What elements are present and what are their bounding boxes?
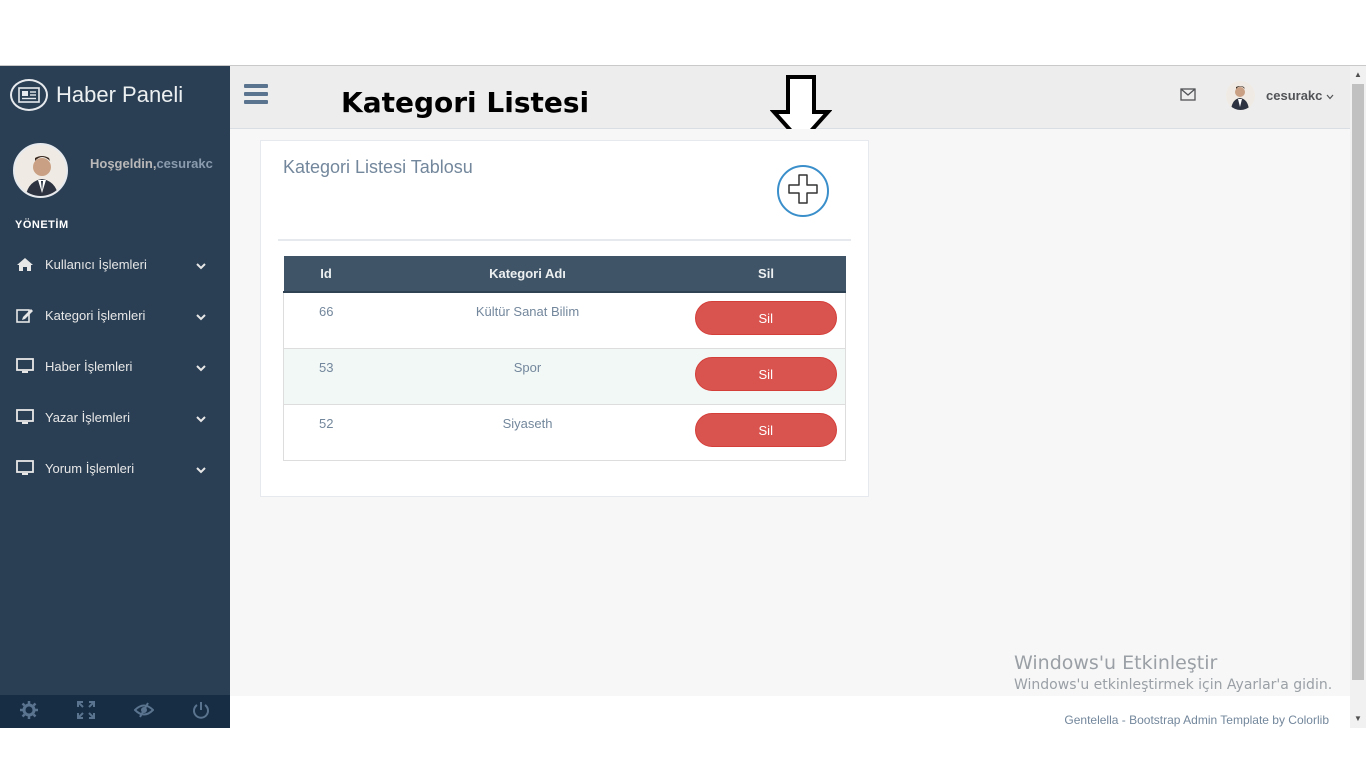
chevron-down-icon bbox=[196, 258, 206, 273]
table-header-row: Id Kategori Adı Sil bbox=[283, 256, 846, 293]
sidebar-item-label: Kullanıcı İşlemleri bbox=[45, 256, 147, 272]
sidebar-item-kategori[interactable]: Kategori İşlemleri bbox=[0, 295, 230, 335]
power-icon bbox=[192, 701, 210, 724]
sidebar-footer bbox=[0, 695, 230, 728]
delete-button[interactable]: Sil bbox=[694, 301, 837, 335]
sidebar-item-yorum[interactable]: Yorum İşlemleri bbox=[0, 448, 230, 488]
menu-heading: YÖNETİM bbox=[15, 219, 69, 231]
cell-id: 52 bbox=[283, 403, 369, 460]
sidebar-item-yazar[interactable]: Yazar İşlemleri bbox=[0, 397, 230, 437]
edit-icon bbox=[15, 307, 35, 323]
sidebar: Haber Paneli Hoşgeldin,cesurakc YÖNETİM … bbox=[0, 66, 230, 728]
page-footer: Gentelella - Bootstrap Admin Template by… bbox=[230, 696, 1350, 728]
user-avatar[interactable] bbox=[1226, 81, 1255, 110]
brand[interactable]: Haber Paneli bbox=[10, 79, 183, 111]
cell-action: Sil bbox=[686, 403, 846, 460]
scroll-thumb[interactable] bbox=[1352, 84, 1364, 680]
table-row: 52 Siyaseth Sil bbox=[283, 403, 846, 460]
plus-icon bbox=[785, 171, 821, 212]
cell-name: Spor bbox=[368, 347, 687, 404]
scroll-down-arrow-icon[interactable]: ▼ bbox=[1354, 714, 1362, 723]
column-header-id[interactable]: Id bbox=[283, 256, 369, 293]
table-row: 66 Kültür Sanat Bilim Sil bbox=[283, 291, 846, 348]
sidebar-item-label: Yorum İşlemleri bbox=[45, 460, 135, 476]
desktop-icon bbox=[15, 409, 35, 425]
category-table: Id Kategori Adı Sil 66 Kültür Sanat Bili… bbox=[283, 256, 846, 461]
sidebar-item-haber[interactable]: Haber İşlemleri bbox=[0, 346, 230, 386]
fullscreen-button[interactable] bbox=[58, 695, 116, 728]
cell-name: Kültür Sanat Bilim bbox=[368, 291, 687, 348]
hide-icon bbox=[133, 702, 155, 723]
brand-title: Haber Paneli bbox=[56, 82, 184, 107]
welcome-prefix: Hoşgeldin, bbox=[90, 156, 157, 171]
mail-icon[interactable] bbox=[1180, 88, 1196, 106]
logout-button[interactable] bbox=[173, 695, 231, 728]
sidebar-item-kullanici[interactable]: Kullanıcı İşlemleri bbox=[0, 244, 230, 284]
profile-avatar bbox=[13, 143, 68, 198]
page-title: Kategori Listesi bbox=[341, 86, 590, 119]
settings-button[interactable] bbox=[0, 695, 58, 728]
desktop-icon bbox=[15, 460, 35, 476]
footer-credit[interactable]: Gentelella - Bootstrap Admin Template by… bbox=[1064, 713, 1329, 727]
sidebar-item-label: Kategori İşlemleri bbox=[45, 307, 146, 323]
user-menu[interactable]: cesurakc bbox=[1266, 88, 1334, 103]
welcome-text: Hoşgeldin,cesurakc bbox=[90, 156, 213, 171]
menu-toggle-button[interactable] bbox=[244, 84, 268, 106]
sidebar-item-label: Yazar İşlemleri bbox=[45, 409, 131, 425]
fullscreen-icon bbox=[77, 700, 96, 724]
cell-id: 53 bbox=[283, 347, 369, 404]
cell-name: Siyaseth bbox=[368, 403, 687, 460]
delete-button[interactable]: Sil bbox=[694, 356, 837, 391]
hamburger-icon-bar bbox=[244, 84, 268, 88]
desktop-icon bbox=[15, 358, 35, 374]
column-header-name[interactable]: Kategori Adı bbox=[368, 256, 687, 293]
hamburger-icon-bar bbox=[244, 92, 268, 96]
chevron-down-icon bbox=[1326, 88, 1334, 103]
home-icon bbox=[15, 256, 35, 272]
add-category-button[interactable] bbox=[777, 165, 829, 217]
chevron-down-icon bbox=[196, 411, 206, 426]
column-header-delete[interactable]: Sil bbox=[686, 256, 846, 293]
settings-icon bbox=[19, 700, 38, 724]
vertical-scrollbar[interactable]: ▲ ▼ bbox=[1350, 66, 1366, 728]
category-panel: Kategori Listesi Tablosu Id Kategori Adı… bbox=[260, 140, 869, 497]
chevron-down-icon bbox=[196, 462, 206, 477]
activation-watermark-subtitle: Windows'u etkinleştirmek için Ayarlar'a … bbox=[1014, 677, 1333, 693]
activation-watermark-title: Windows'u Etkinleştir bbox=[1014, 652, 1218, 674]
table-row: 53 Spor Sil bbox=[283, 347, 846, 404]
newspaper-icon bbox=[10, 79, 48, 111]
cell-id: 66 bbox=[283, 291, 369, 348]
cell-action: Sil bbox=[686, 291, 846, 348]
chevron-down-icon bbox=[196, 360, 206, 375]
scroll-up-arrow-icon[interactable]: ▲ bbox=[1354, 70, 1362, 79]
browser-viewport: Haber Paneli Hoşgeldin,cesurakc YÖNETİM … bbox=[0, 65, 1366, 728]
cell-action: Sil bbox=[686, 347, 846, 404]
lock-button[interactable] bbox=[115, 695, 173, 728]
hamburger-icon-bar bbox=[244, 100, 268, 104]
delete-button[interactable]: Sil bbox=[694, 412, 837, 447]
panel-title: Kategori Listesi Tablosu bbox=[283, 157, 473, 177]
user-name-label: cesurakc bbox=[1266, 88, 1323, 103]
welcome-username: cesurakc bbox=[156, 156, 213, 171]
top-navbar: Kategori Listesi cesurakc bbox=[230, 66, 1350, 145]
chevron-down-icon bbox=[196, 309, 206, 324]
sidebar-item-label: Haber İşlemleri bbox=[45, 358, 133, 374]
main-content: Kategori Listesi Tablosu Id Kategori Adı… bbox=[230, 129, 1350, 696]
panel-divider bbox=[278, 239, 851, 241]
